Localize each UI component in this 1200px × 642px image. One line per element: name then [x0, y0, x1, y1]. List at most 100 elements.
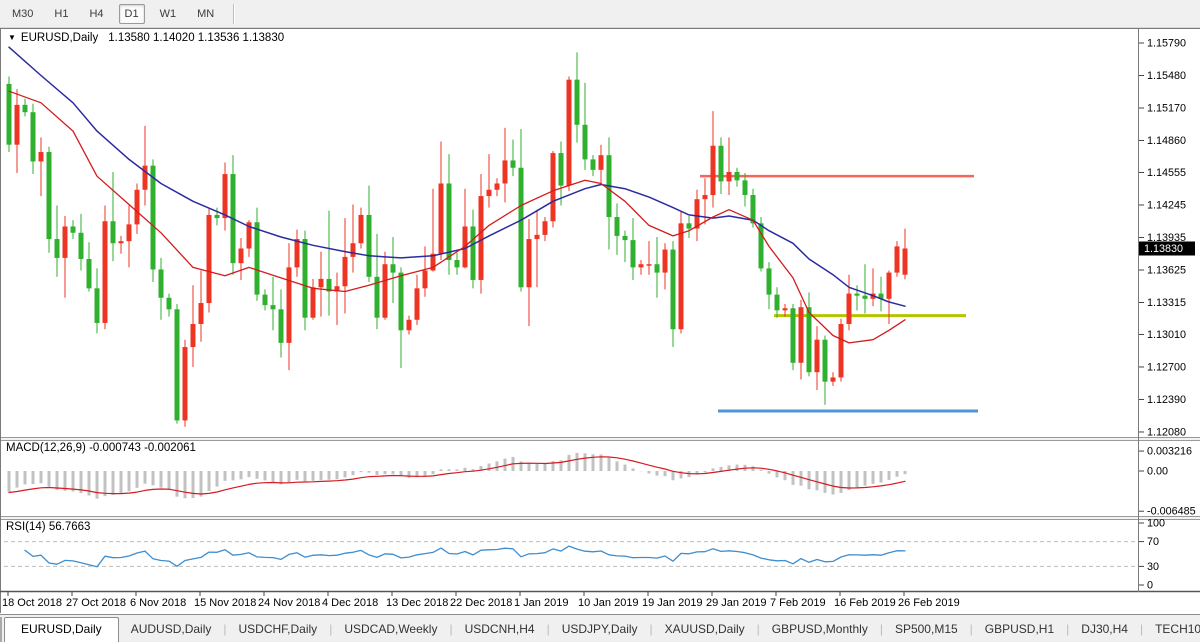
candle-bear [591, 159, 596, 169]
price-axis-tick-label: 1.13010 [1147, 329, 1186, 341]
candle-bear [175, 309, 180, 420]
candle-bull [847, 294, 852, 324]
timeframe-button-m30[interactable]: M30 [6, 4, 39, 24]
timeframe-button-h4[interactable]: H4 [83, 4, 109, 24]
candle-bear [79, 233, 84, 259]
chart-tab-usdcnh[interactable]: USDCNH,H4 [453, 618, 547, 642]
candle-bull [895, 246, 900, 272]
chart-tab-eurusd[interactable]: EURUSD,Daily [4, 617, 119, 642]
price-axis-tick-label: 1.15480 [1147, 70, 1186, 82]
candle-bull [207, 215, 212, 303]
candle-bull [487, 190, 492, 196]
candle-bear [55, 239, 60, 258]
timeframe-button-h1[interactable]: H1 [48, 4, 74, 24]
candle-bull [527, 239, 532, 287]
candle-bull [495, 183, 500, 189]
candle-bull [63, 226, 68, 257]
price-axis-tick-label: 1.15170 [1147, 103, 1186, 115]
candle-bear [471, 226, 476, 279]
candle-bull [415, 288, 420, 319]
candle-bull [319, 279, 324, 287]
candle-bull [703, 195, 708, 199]
time-axis-label: 13 Dec 2018 [386, 597, 448, 609]
rsi-axis-tick-label: 0 [1147, 580, 1153, 592]
candle-bull [887, 273, 892, 299]
candle-bull [199, 303, 204, 324]
candle-bull [727, 172, 732, 181]
candle-bull [191, 324, 196, 347]
candle-bull [551, 153, 556, 221]
toolbar-separator [233, 4, 235, 24]
candle-bear [615, 217, 620, 236]
price-axis-tick-label: 1.14860 [1147, 135, 1186, 147]
candle-bull [831, 377, 836, 381]
candle-bear [823, 340, 828, 382]
tab-scroll-grip[interactable] [0, 617, 2, 642]
macd-name: MACD(12,26,9) [6, 442, 86, 454]
time-axis-label: 6 Nov 2018 [130, 597, 186, 609]
timeframe-button-d1[interactable]: D1 [119, 4, 145, 24]
chart-tabs-bar: EURUSD,DailyAUDUSD,Daily|USDCHF,Daily|US… [0, 614, 1200, 642]
macd-axis-tick-label: 0.003216 [1147, 446, 1192, 458]
candle-bear [767, 268, 772, 294]
chart-plot-area[interactable]: 1.157901.154801.151701.148601.145551.142… [0, 28, 1200, 614]
chart-tab-gbpusd[interactable]: GBPUSD,H1 [973, 618, 1066, 642]
timeframe-button-w1[interactable]: W1 [154, 4, 183, 24]
symbol-dropdown-icon[interactable]: ▼ [8, 33, 16, 42]
candle-bear [671, 250, 676, 330]
candle-bull [295, 239, 300, 267]
price-axis-tick-label: 1.13625 [1147, 264, 1186, 276]
candle-bear [559, 153, 564, 186]
time-axis-label: 27 Oct 2018 [66, 597, 126, 609]
candle-bull [711, 146, 716, 195]
candle-bull [903, 248, 908, 274]
candle-bull [663, 250, 668, 273]
timeframe-button-mn[interactable]: MN [191, 4, 220, 24]
time-axis-label: 10 Jan 2019 [578, 597, 639, 609]
time-axis-label: 29 Jan 2019 [706, 597, 767, 609]
candle-bear [279, 309, 284, 343]
candle-bear [743, 180, 748, 195]
candle-bear [623, 236, 628, 240]
chart-window[interactable]: 1.157901.154801.151701.148601.145551.142… [0, 28, 1200, 614]
candle-bear [367, 215, 372, 277]
candle-bull [343, 257, 348, 286]
rsi-value: 56.7663 [49, 521, 91, 533]
rsi-name: RSI(14) [6, 521, 46, 533]
candle-bear [151, 166, 156, 270]
candle-bear [271, 305, 276, 309]
time-axis-label: 4 Dec 2018 [322, 597, 378, 609]
chart-tab-usdchf[interactable]: USDCHF,Daily [227, 618, 330, 642]
candle-bear [391, 264, 396, 272]
time-axis-label: 24 Nov 2018 [258, 597, 320, 609]
candle-bear [7, 84, 12, 145]
chart-tab-xauusd[interactable]: XAUUSD,Daily [653, 618, 757, 642]
chart-tab-gbpusd[interactable]: GBPUSD,Monthly [760, 618, 880, 642]
chart-tab-tech100[interactable]: TECH100,H [1143, 618, 1200, 642]
candle-bull [695, 199, 700, 228]
chart-tab-usdjpy[interactable]: USDJPY,Daily [550, 618, 650, 642]
chart-ohlc-quote: 1.13580 1.14020 1.13536 1.13830 [108, 32, 284, 44]
candle-bear [687, 223, 692, 228]
time-axis-label: 22 Dec 2018 [450, 597, 512, 609]
chart-tab-sp500[interactable]: SP500,M15 [883, 618, 970, 642]
candle-bear [31, 112, 36, 161]
price-axis-tick-label: 1.13315 [1147, 297, 1186, 309]
candle-bull [439, 183, 444, 253]
time-axis-label: 15 Nov 2018 [194, 597, 256, 609]
candle-bear [775, 295, 780, 311]
chart-tab-audusd[interactable]: AUDUSD,Daily [119, 618, 224, 642]
mt4-window: M30H1H4D1W1MN 1.157901.154801.151701.148… [0, 0, 1200, 642]
candle-bear [655, 264, 660, 272]
chart-title: ▼EURUSD,Daily1.13580 1.14020 1.13536 1.1… [8, 32, 284, 44]
candle-bear [455, 260, 460, 267]
time-axis-label: 26 Feb 2019 [898, 597, 960, 609]
price-axis-tick-label: 1.12390 [1147, 394, 1186, 406]
candle-bull [287, 267, 292, 342]
candle-bull [647, 264, 652, 266]
chart-tab-dj30[interactable]: DJ30,H4 [1069, 618, 1140, 642]
candle-bear [87, 259, 92, 288]
chart-tab-usdcad[interactable]: USDCAD,Weekly [332, 618, 449, 642]
candle-bull [351, 243, 356, 257]
candle-bear [863, 296, 868, 299]
